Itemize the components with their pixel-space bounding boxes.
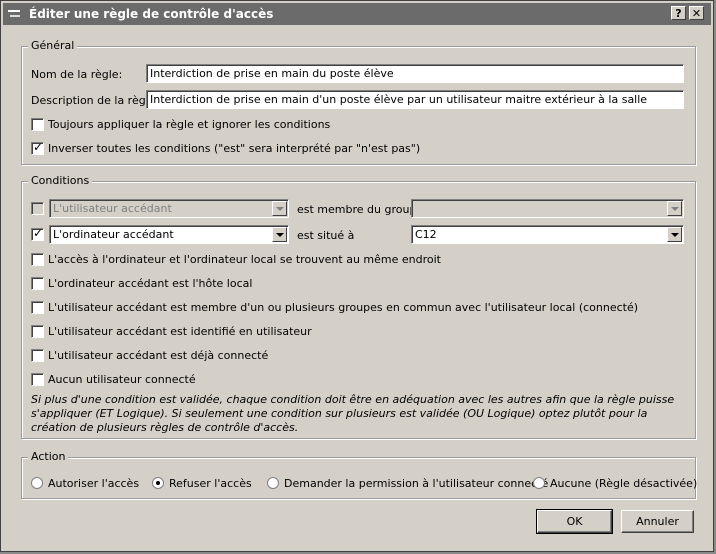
condition-local-host-label: L'ordinateur accédant est l'hôte local (48, 277, 253, 290)
always-apply-checkbox[interactable] (31, 118, 44, 131)
action-none-radio[interactable] (533, 477, 545, 489)
condition-user-subject-combo[interactable]: L'utilisateur accédant (49, 199, 289, 218)
condition-location-value: C12 (415, 228, 437, 241)
condition-authenticated-label: L'utilisateur accédant est identifié en … (48, 325, 312, 338)
condition-same-location-checkbox[interactable] (31, 253, 44, 266)
title-bar[interactable]: Éditer une règle de contrôle d'accès ? ✕ (3, 3, 711, 25)
condition-user-group-combo[interactable] (411, 199, 684, 218)
condition-same-location-label: L'accès à l'ordinateur et l'ordinateur l… (48, 253, 441, 266)
rule-name-input[interactable]: Interdiction de prise en main du poste é… (146, 64, 684, 83)
action-legend: Action (28, 450, 69, 463)
condition-common-groups-checkbox[interactable] (31, 301, 44, 314)
action-deny-radio[interactable] (152, 477, 164, 489)
condition-location-combo[interactable]: C12 (411, 225, 684, 244)
dialog-window: Éditer une règle de contrôle d'accès ? ✕… (0, 0, 714, 552)
app-icon (7, 7, 23, 21)
action-deny-label: Refuser l'accès (169, 477, 252, 490)
help-button[interactable]: ? (671, 6, 686, 20)
condition-already-connected-checkbox[interactable] (31, 349, 44, 362)
action-ask-permission-radio[interactable] (267, 477, 279, 489)
condition-local-host-checkbox[interactable] (31, 277, 44, 290)
action-none-label: Aucune (Règle désactivée) (550, 477, 698, 490)
chevron-down-icon (667, 227, 682, 242)
chevron-down-icon (272, 227, 287, 242)
action-allow-radio[interactable] (31, 477, 43, 489)
condition-user-relation-label: est membre du groupe (297, 203, 424, 216)
condition-authenticated-checkbox[interactable] (31, 325, 44, 338)
close-button[interactable]: ✕ (689, 6, 704, 20)
condition-computer-location-checkbox[interactable] (31, 226, 44, 241)
chevron-down-icon (272, 201, 287, 216)
chevron-down-icon (667, 201, 682, 216)
conditions-note: Si plus d'une condition est validée, cha… (31, 393, 675, 434)
condition-user-group-checkbox[interactable] (31, 202, 44, 215)
invert-conditions-label: Inverser toutes les conditions ("est" se… (48, 142, 421, 155)
general-legend: Général (28, 39, 78, 52)
condition-common-groups-label: L'utilisateur accédant est membre d'un o… (48, 301, 639, 314)
ok-button[interactable]: OK (536, 509, 613, 534)
rule-description-label: Description de la règle: (31, 94, 160, 107)
rule-description-input[interactable]: Interdiction de prise en main d'un poste… (146, 90, 684, 109)
condition-user-subject-value: L'utilisateur accédant (53, 202, 172, 215)
condition-computer-relation-label: est situé à (297, 229, 355, 242)
action-allow-label: Autoriser l'accès (48, 477, 140, 490)
condition-already-connected-label: L'utilisateur accédant est déjà connecté (48, 349, 269, 362)
cancel-button[interactable]: Annuler (621, 510, 694, 533)
condition-no-user-label: Aucun utilisateur connecté (48, 373, 196, 386)
rule-name-label: Nom de la règle: (31, 68, 123, 81)
action-ask-permission-label: Demander la permission à l'utilisateur c… (284, 477, 549, 490)
invert-conditions-checkbox[interactable] (31, 140, 44, 155)
condition-computer-subject-combo[interactable]: L'ordinateur accédant (49, 225, 289, 244)
always-apply-label: Toujours appliquer la règle et ignorer l… (48, 118, 331, 131)
window-title: Éditer une règle de contrôle d'accès (29, 7, 274, 21)
conditions-legend: Conditions (28, 174, 93, 187)
condition-no-user-checkbox[interactable] (31, 373, 44, 386)
condition-computer-subject-value: L'ordinateur accédant (53, 228, 174, 241)
